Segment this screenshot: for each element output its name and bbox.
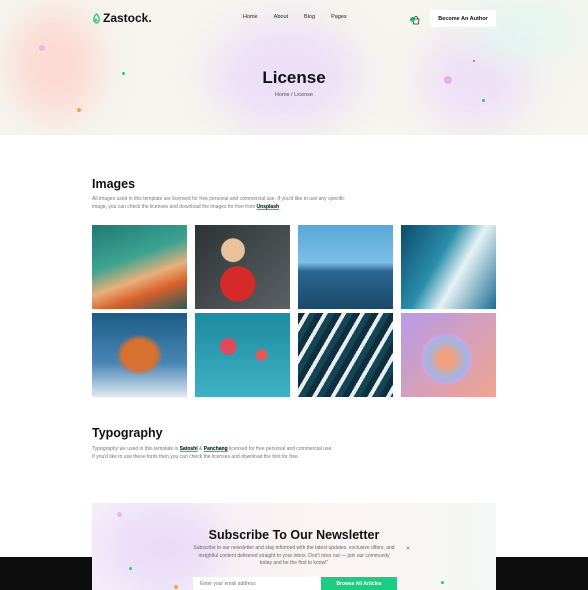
- breadcrumb: Home / License: [274, 92, 314, 98]
- typography-description: Typography we used in this template is S…: [92, 445, 392, 461]
- images-text: All images used in this template are lic…: [92, 196, 345, 210]
- gallery-image-illustration-city-tram[interactable]: [92, 225, 187, 309]
- newsletter-box: Subscribe To Our Newsletter Subscribe to…: [92, 503, 496, 590]
- panchang-link[interactable]: Panchang: [203, 446, 228, 452]
- decor-dot: [77, 108, 81, 112]
- decor-dot: [407, 547, 409, 549]
- logo-text: Zastock.: [103, 11, 152, 25]
- decor-dot: [39, 45, 45, 51]
- typography-text-line2: If you'd like to use these fonts then yo…: [92, 454, 300, 460]
- logo[interactable]: Zastock.: [92, 11, 152, 25]
- cart-count-badge: 0: [410, 17, 415, 22]
- nav-pages[interactable]: Pages: [331, 14, 347, 20]
- typography-text: Typography we used in this template is: [92, 446, 179, 452]
- gallery-image-hot-air-balloons[interactable]: [195, 313, 290, 397]
- decor-dot: [482, 99, 485, 102]
- typography-text: licensed for free personal and commercia…: [229, 446, 333, 452]
- logo-leaf-icon: [93, 12, 100, 24]
- gallery-image-gradient-sphere[interactable]: [401, 313, 496, 397]
- decor-dot: [441, 581, 444, 584]
- images-description: All images used in this template are lic…: [92, 195, 352, 211]
- page-title: License: [262, 68, 326, 87]
- gallery-image-woman-sunglasses-red-shirt[interactable]: [195, 225, 290, 309]
- typography-heading: Typography: [92, 426, 163, 440]
- decor-dot: [473, 60, 475, 62]
- gallery-image-red-fox-snow[interactable]: [92, 313, 187, 397]
- become-author-button[interactable]: Become An Author: [430, 10, 496, 27]
- gallery-image-ocean-waves-aerial[interactable]: [401, 225, 496, 309]
- gallery-image-sea-foam-aerial[interactable]: [298, 313, 393, 397]
- nav-blog[interactable]: Blog: [304, 14, 315, 20]
- decor-dot: [117, 512, 122, 517]
- gallery-image-man-on-sailboat[interactable]: [298, 225, 393, 309]
- ampersand: &: [199, 446, 203, 452]
- newsletter-title: Subscribe To Our Newsletter: [208, 528, 380, 542]
- nav-about[interactable]: About: [274, 14, 288, 20]
- top-nav: Zastock. Home About Blog Pages 0 Become …: [0, 0, 588, 36]
- newsletter-description: Subscribe to our newsletter and stay inf…: [193, 545, 395, 566]
- email-input[interactable]: [193, 577, 321, 590]
- satoshi-link[interactable]: Satoshi: [179, 446, 198, 452]
- cart-button[interactable]: 0: [410, 12, 420, 25]
- browse-articles-button[interactable]: Browse All Articles: [321, 577, 397, 590]
- page-hero: Zastock. Home About Blog Pages 0 Become …: [0, 0, 588, 135]
- nav-home[interactable]: Home: [243, 14, 258, 20]
- unsplash-link[interactable]: Unsplash: [256, 204, 280, 210]
- decor-dot: [129, 567, 132, 570]
- images-heading: Images: [92, 177, 136, 191]
- decor-dot: [174, 585, 178, 589]
